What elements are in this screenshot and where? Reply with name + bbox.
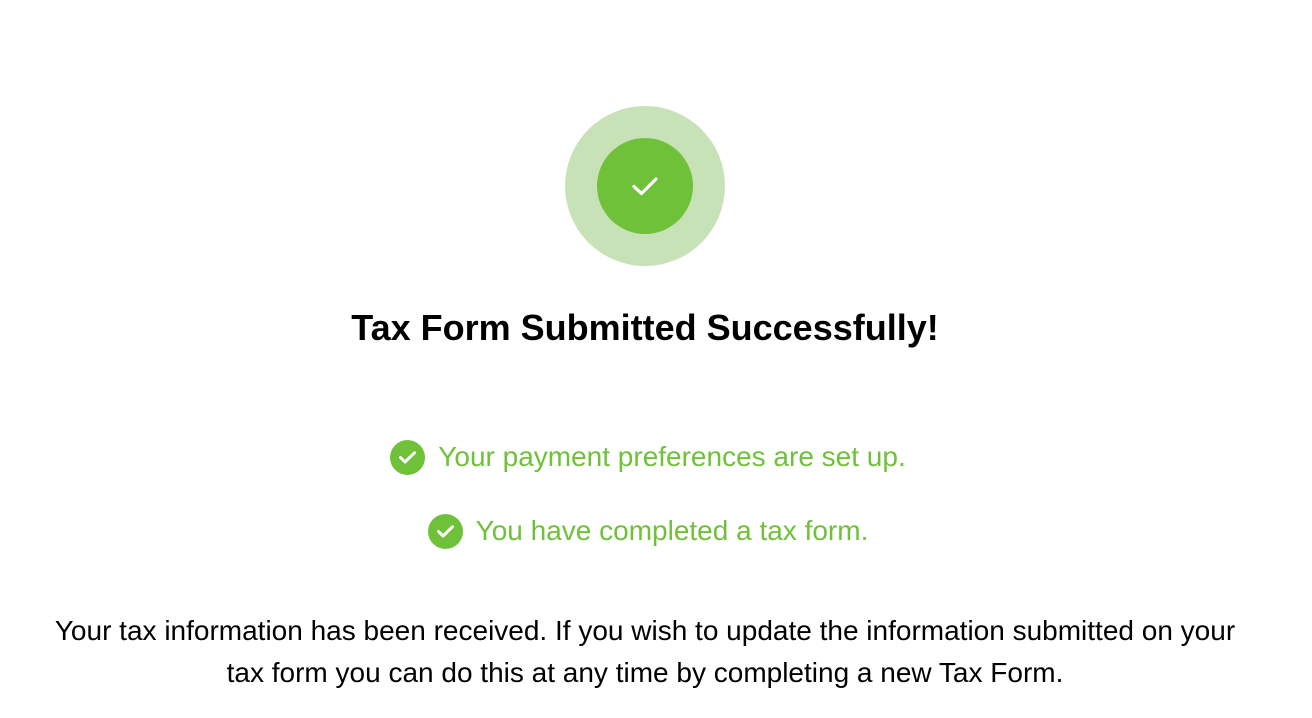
checkmark-icon xyxy=(632,177,658,196)
status-item-payment: Your payment preferences are set up. xyxy=(0,437,1296,477)
status-item-label: Your payment preferences are set up. xyxy=(438,441,906,472)
check-circle-icon xyxy=(427,513,463,549)
check-circle-icon xyxy=(390,439,426,475)
success-badge-inner xyxy=(597,138,693,234)
status-item-tax-form: You have completed a tax form. xyxy=(0,511,1296,551)
confirmation-message: Your tax information has been received. … xyxy=(54,615,1236,688)
success-badge xyxy=(565,106,725,266)
status-item-label: You have completed a tax form. xyxy=(475,515,869,546)
page-title: Tax Form Submitted Successfully! xyxy=(351,307,939,348)
